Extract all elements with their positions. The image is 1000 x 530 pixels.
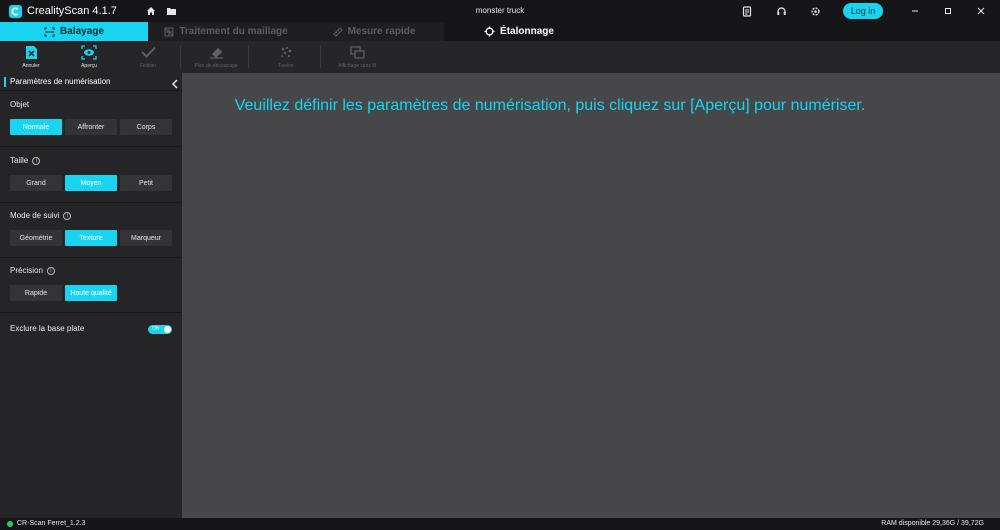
clip-plane-button[interactable]: Plan de découpage [186,43,246,71]
folder-icon[interactable] [165,5,177,17]
preview-eye-icon [81,44,97,60]
toolbar-separator [180,46,181,68]
objet-option-corps[interactable]: Corps [120,119,172,135]
taille-info-icon[interactable]: i [32,156,41,165]
mode-tab-bar: Balayage Traitement du maillage Mesure r… [0,22,1000,41]
finish-button[interactable]: Finition [118,43,178,71]
cancel-button[interactable]: Annuler [1,43,61,71]
device-connected-icon [7,521,13,527]
section-taille: Taille i Grand Moyen Petit [0,148,182,203]
login-button[interactable]: Log in [843,3,883,19]
scan-toolbar: Annuler Aperçu Finition Plan de découpag… [0,41,1000,73]
app-title: CrealityScan 4.1.7 [27,5,117,17]
precision-option-rapide[interactable]: Rapide [10,285,62,301]
fusion-icon [280,46,291,57]
mode-suivi-info-icon[interactable]: i [63,211,72,220]
scan-frame-icon [44,27,55,36]
precision-info-icon[interactable]: i [46,266,55,275]
wireless-display-icon [349,45,365,59]
cancel-scan-icon [25,45,37,59]
toolbar-separator [320,46,321,68]
tab-mesure-label: Mesure rapide [347,26,416,37]
scan-viewport[interactable]: Veuillez définir les paramètres de numér… [182,73,1000,518]
mode-option-geometrie[interactable]: Géométrie [10,230,62,246]
support-headset-icon[interactable] [775,5,787,17]
finish-label: Finition [139,63,157,69]
home-icon[interactable] [145,5,157,17]
fusion-button[interactable]: Fusion [256,43,316,71]
mode-suivi-label: Mode de suivi [10,211,60,220]
objet-option-affronter[interactable]: Affronter [65,119,117,135]
status-bar: CR-Scan Ferret_1.2.3 RAM disponible 29,3… [0,518,1000,530]
tab-traitement-label: Traitement du maillage [179,26,288,37]
wireless-display-label: Affichage sans fil [338,63,376,69]
minimize-icon[interactable] [908,4,922,18]
scan-settings-panel: Paramètres de numérisation Objet Normale… [0,73,182,518]
tab-balayage[interactable]: Balayage [0,22,148,41]
exclude-base-label: Exclure la base plate [10,324,85,333]
settings-gear-icon[interactable] [809,5,821,17]
taille-option-petit[interactable]: Petit [120,175,172,191]
eraser-icon [209,47,223,59]
device-name: CR-Scan Ferret_1.2.3 [17,520,86,527]
check-icon [140,46,156,58]
taille-option-grand[interactable]: Grand [10,175,62,191]
panel-title: Paramètres de numérisation [10,77,111,86]
objet-label: Objet [10,100,30,109]
exclude-base-toggle[interactable]: ON [148,325,172,334]
crosshair-icon [484,26,495,37]
preview-label: Aperçu [81,63,97,69]
ram-available: RAM disponible 29,36G / 39,72G [881,520,984,527]
taille-label: Taille [10,156,29,165]
scan-hint-message: Veuillez définir les paramètres de numér… [234,97,866,114]
mode-option-texture[interactable]: Texture [65,230,117,246]
toolbar-separator [248,46,249,68]
close-icon[interactable] [974,4,988,18]
title-bar: CrealityScan 4.1.7 monster truck Log in [0,0,1000,22]
toggle-state-label: ON [152,326,160,332]
toggle-knob [164,326,171,333]
section-mode-suivi: Mode de suivi i Géométrie Texture Marqueu… [0,203,182,258]
mode-option-marqueur[interactable]: Marqueur [120,230,172,246]
objet-option-normale[interactable]: Normale [10,119,62,135]
panel-header: Paramètres de numérisation [0,73,182,91]
tab-balayage-label: Balayage [60,26,104,37]
clip-plane-label: Plan de découpage [194,63,238,69]
project-name: monster truck [475,6,525,15]
creality-logo-icon [9,4,22,18]
maximize-icon[interactable] [941,4,955,18]
fusion-label: Fusion [278,63,294,69]
tab-mesure-rapide[interactable]: Mesure rapide [304,22,444,41]
tab-etalonnage-label: Étalonnage [500,26,554,37]
ruler-icon [332,26,343,37]
precision-option-haute-qualite[interactable]: Haute qualité [65,285,117,301]
tab-etalonnage[interactable]: Étalonnage [444,22,594,41]
wireless-display-button[interactable]: Affichage sans fil [327,43,387,71]
tab-traitement-maillage[interactable]: Traitement du maillage [148,22,304,41]
precision-label: Précision [10,266,43,275]
notes-icon[interactable] [741,5,753,17]
panel-header-accent [4,77,6,87]
section-precision: Précision i Rapide Haute qualité [0,258,182,313]
mesh-icon [164,27,174,36]
preview-button[interactable]: Aperçu [59,43,119,71]
taille-option-moyen[interactable]: Moyen [65,175,117,191]
exclude-base-row: Exclure la base plate ON [0,313,182,343]
cancel-label: Annuler [22,63,40,69]
section-objet: Objet Normale Affronter Corps [0,92,182,147]
